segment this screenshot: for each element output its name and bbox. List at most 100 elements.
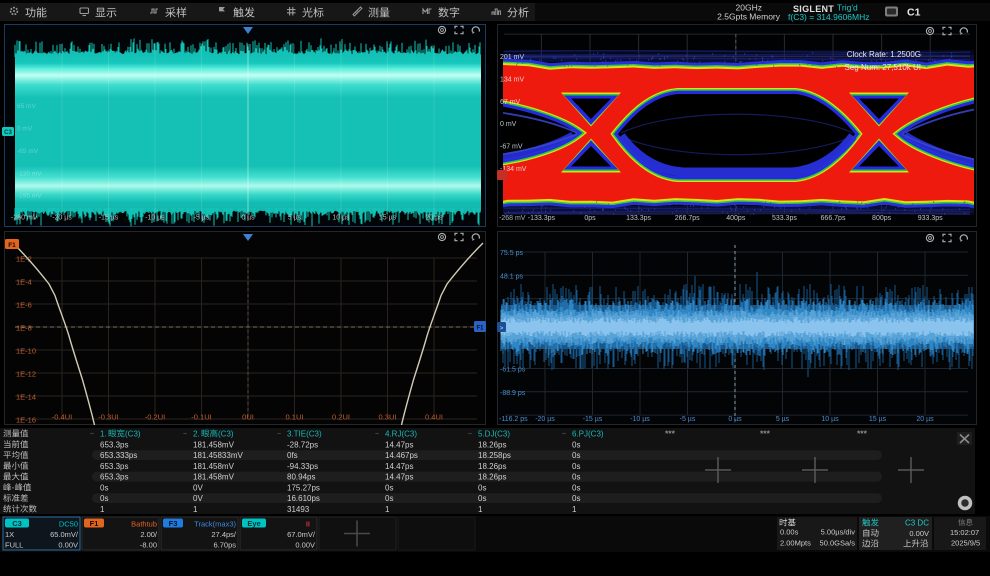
svg-text:6.70ps: 6.70ps (213, 541, 236, 550)
svg-text:0s: 0s (478, 494, 486, 503)
svg-text:~: ~ (375, 431, 379, 438)
svg-text:1: 1 (478, 505, 483, 514)
svg-text:533.3ps: 533.3ps (772, 215, 797, 222)
svg-text:-268 mV: -268 mV (499, 215, 526, 222)
svg-text:0s: 0s (572, 440, 580, 449)
svg-text:0UI: 0UI (242, 413, 254, 422)
svg-text:1E-6: 1E-6 (16, 301, 32, 310)
svg-text:14.47ps: 14.47ps (385, 440, 413, 449)
svg-text:1X: 1X (5, 530, 14, 539)
svg-text:15 µs: 15 µs (379, 215, 397, 222)
svg-text:50.0GSa/s: 50.0GSa/s (820, 539, 856, 548)
svg-text:15:02:07: 15:02:07 (950, 528, 979, 537)
svg-text:1.: 1. (100, 430, 107, 439)
svg-text:14.47ps: 14.47ps (385, 462, 413, 471)
svg-text:80.94ps: 80.94ps (287, 473, 315, 482)
svg-text:1E-10: 1E-10 (16, 347, 36, 356)
svg-text:C1: C1 (907, 7, 921, 19)
svg-text:-195 mV: -195 mV (17, 193, 42, 200)
svg-text:5 µs: 5 µs (776, 416, 790, 423)
svg-text:F3: F3 (169, 519, 178, 528)
svg-text:***: *** (760, 429, 771, 439)
svg-text:II: II (306, 520, 310, 529)
svg-text:0V: 0V (193, 494, 203, 503)
svg-text:F1: F1 (476, 326, 484, 332)
svg-text:F1: F1 (90, 519, 99, 528)
svg-text:65 mV: 65 mV (17, 103, 36, 110)
svg-text:0 mV: 0 mV (17, 126, 33, 133)
svg-text:0s: 0s (100, 494, 108, 503)
svg-text:C3: C3 (4, 130, 12, 136)
svg-text:FULL: FULL (5, 541, 23, 550)
svg-text:***: *** (857, 429, 868, 439)
svg-text:653.333ps: 653.333ps (100, 451, 137, 460)
svg-text:0fs: 0fs (287, 451, 298, 460)
svg-text:~: ~ (90, 431, 94, 438)
svg-text:~: ~ (468, 431, 472, 438)
svg-text:2.00/: 2.00/ (140, 530, 158, 539)
svg-text:0 µs: 0 µs (728, 416, 742, 423)
svg-text:181.458mV: 181.458mV (193, 440, 235, 449)
svg-text:18.26ps: 18.26ps (478, 473, 506, 482)
svg-text:Bathtub: Bathtub (131, 520, 157, 529)
svg-text:Seg Num: 27,510k UI: Seg Num: 27,510k UI (845, 63, 921, 72)
svg-text:C3: C3 (12, 519, 22, 528)
svg-text:1E-8: 1E-8 (16, 324, 32, 333)
svg-text:14.47ps: 14.47ps (385, 473, 413, 482)
svg-text:0 µs: 0 µs (241, 215, 255, 222)
svg-text:0s: 0s (572, 473, 580, 482)
svg-text:1E-16: 1E-16 (16, 416, 36, 425)
svg-text:15 µs: 15 µs (869, 416, 887, 423)
svg-text:***: *** (665, 429, 676, 439)
svg-text:20 µs: 20 µs (425, 215, 443, 222)
svg-text:(C3): (C3) (125, 430, 141, 439)
svg-text:0s: 0s (572, 483, 580, 492)
svg-text:Eye: Eye (247, 519, 260, 528)
svg-text:0.2UI: 0.2UI (332, 413, 350, 422)
svg-text:-20 µs: -20 µs (52, 215, 72, 222)
svg-text:Track(max3): Track(max3) (194, 520, 236, 529)
svg-text:800ps: 800ps (872, 215, 892, 222)
svg-text:0s: 0s (572, 451, 580, 460)
svg-text:-10 µs: -10 µs (145, 215, 165, 222)
svg-text:1E-2: 1E-2 (16, 255, 32, 264)
svg-text:65.0mV/: 65.0mV/ (50, 530, 79, 539)
svg-text:933.3ps: 933.3ps (918, 215, 943, 222)
svg-text:>: > (500, 325, 504, 332)
svg-text:4.RJ(C3): 4.RJ(C3) (385, 430, 417, 439)
svg-text:5.DJ(C3): 5.DJ(C3) (478, 430, 510, 439)
svg-text:20 µs: 20 µs (916, 416, 934, 423)
svg-text:3.TIE(C3): 3.TIE(C3) (287, 430, 322, 439)
svg-text:0s: 0s (385, 494, 393, 503)
svg-text:-61.5 ps: -61.5 ps (500, 367, 526, 374)
svg-text:-5 µs: -5 µs (680, 416, 696, 423)
svg-text:653.3ps: 653.3ps (100, 462, 128, 471)
svg-text:-0.3UI: -0.3UI (98, 413, 118, 422)
svg-text:~: ~ (562, 431, 566, 438)
svg-text:-0.1UI: -0.1UI (191, 413, 211, 422)
svg-text:27.4ps/: 27.4ps/ (211, 530, 237, 539)
svg-text:0s: 0s (572, 494, 580, 503)
svg-text:-133.3ps: -133.3ps (528, 215, 556, 222)
svg-text:-20 µs: -20 µs (535, 416, 555, 423)
svg-text:0.00V: 0.00V (58, 541, 78, 550)
svg-text:-67 mV: -67 mV (500, 144, 523, 151)
svg-text:181.458mV: 181.458mV (193, 473, 235, 482)
svg-text:-88.9 ps: -88.9 ps (500, 390, 526, 397)
svg-text:-28.72ps: -28.72ps (287, 440, 318, 449)
svg-text:0.4UI: 0.4UI (425, 413, 443, 422)
svg-text:0.00V: 0.00V (909, 529, 929, 538)
svg-text:0.1UI: 0.1UI (286, 413, 304, 422)
svg-text:653.3ps: 653.3ps (100, 473, 128, 482)
svg-text:1: 1 (385, 505, 390, 514)
svg-text:1: 1 (572, 505, 577, 514)
svg-text:Trig'd: Trig'd (837, 3, 858, 13)
svg-text:0 mV: 0 mV (500, 121, 517, 128)
svg-text:1: 1 (100, 505, 105, 514)
svg-text:14.467ps: 14.467ps (385, 451, 418, 460)
svg-text:-15 µs: -15 µs (99, 215, 119, 222)
svg-text:6.PJ(C3): 6.PJ(C3) (572, 430, 604, 439)
svg-text:C3 DC: C3 DC (905, 519, 929, 528)
svg-text:134 mV: 134 mV (500, 76, 524, 83)
svg-text:31493: 31493 (287, 505, 310, 514)
